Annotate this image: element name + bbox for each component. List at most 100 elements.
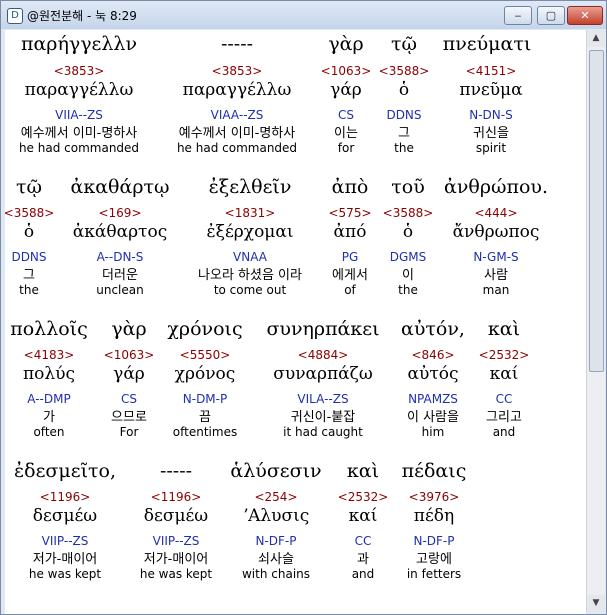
greek-word[interactable]: πολλοῖς [10,318,88,340]
english-gloss: the [394,141,414,155]
english-gloss: in fetters [406,567,462,581]
word-analysis[interactable]: <1196> δεσμέω VIIP--ZS 저가-매이어 he was kep… [140,490,212,581]
korean-gloss: 그 [398,126,410,141]
parsing-code: CC [354,534,372,548]
english-gloss: of [344,283,356,297]
english-gloss: he was kept [139,567,213,581]
word-analysis[interactable]: <4151> πνεῦμα N-DN-S 귀신을 spirit [459,64,522,155]
close-button[interactable]: ✕ [567,6,603,25]
strong-number[interactable]: <3588> [383,206,434,220]
parsing-code: VILA--ZS [297,392,349,406]
app-icon[interactable]: D [7,8,23,24]
strong-number[interactable]: <4884> [273,348,372,362]
strong-number[interactable]: <1063> [104,348,155,362]
strong-number[interactable]: <575> [328,206,371,220]
greek-word[interactable]: πνεύματι [443,33,532,55]
greek-word[interactable]: καὶ [488,318,520,340]
word-analysis[interactable]: <1831> ἐξέρχομαι VNAA 나오라 하셨음 이라 to come… [198,206,302,297]
korean-gloss: 가 [43,410,55,425]
greek-word[interactable]: συνηρπάκει [266,318,379,340]
korean-gloss: 더러운 [102,268,138,283]
word-analysis[interactable]: <444> ἄνθρωπος N-GM-S 사람 man [453,206,540,297]
strong-number[interactable]: <3853> [19,64,139,78]
korean-gloss: 이 [402,268,414,283]
korean-gloss: 고랑에 [416,552,452,567]
word-analysis[interactable]: <3588> ὁ DDNS 그 the [5,206,54,297]
title-bar[interactable]: D @원전분해 - 눅 8:29 ‒ ▢ ✕ [1,1,606,29]
lemma: ἐξέρχομαι [206,222,294,242]
strong-number[interactable]: <1196> [140,490,212,504]
word-analysis[interactable]: <1063> γάρ CS 으므로 For [104,348,155,439]
word-analysis[interactable]: <1063> γάρ CS 이는 for [321,64,372,155]
word-analysis[interactable]: <3853> παραγγέλλω VIIA--ZS 예수께서 이미-명하사 h… [19,64,139,155]
greek-word[interactable]: ἐξελθεῖν [209,176,292,198]
word-analysis[interactable]: <169> ἀκάθαρτος A--DN-S 더러운 unclean [73,206,167,297]
greek-word[interactable]: καὶ [347,460,379,482]
strong-number[interactable]: <4151> [459,64,522,78]
word-analysis[interactable]: <5550> χρόνος N-DM-P 끔 oftentimes [173,348,237,439]
greek-word[interactable]: τῷ [391,33,417,55]
greek-word[interactable]: χρόνοις [167,318,242,340]
greek-word[interactable]: αὐτόν, [401,318,465,340]
strong-number[interactable]: <1831> [198,206,302,220]
greek-word[interactable]: ἀνθρώπου. [444,176,548,198]
greek-word[interactable]: γὰρ [111,318,146,340]
maximize-icon: ▢ [545,9,557,22]
scroll-up-arrow-icon[interactable]: ▲ [587,30,605,47]
greek-word[interactable]: ----- [160,460,192,482]
lemma: δεσμέω [143,506,209,526]
strong-number[interactable]: <1063> [321,64,372,78]
strong-number[interactable]: <254> [242,490,310,504]
analysis-pane[interactable]: παρήγγελλν ----- γὰρ τῷ πνεύματι <3853> … [5,30,586,614]
greek-word[interactable]: παρήγγελλν [21,33,137,55]
strong-number[interactable]: <3588> [379,64,430,78]
strong-number[interactable]: <1196> [29,490,101,504]
strong-number[interactable]: <3588> [5,206,54,220]
word-analysis[interactable]: <3853> παραγγέλλω VIAA--ZS 예수께서 이미-명하사 h… [177,64,297,155]
word-analysis[interactable]: <3976> πέδη N-DF-P 고랑에 in fetters [407,490,461,581]
greek-word[interactable]: ----- [221,33,253,55]
strong-number[interactable]: <3976> [407,490,461,504]
word-analysis[interactable]: <4183> πολύς A--DMP 가 often [23,348,75,439]
greek-word[interactable]: ἀπὸ [332,176,369,198]
strong-number[interactable]: <5550> [173,348,237,362]
scroll-down-arrow-icon[interactable]: ▼ [587,595,605,612]
english-gloss: he was kept [28,567,102,581]
strong-number[interactable]: <846> [407,348,459,362]
english-gloss: he had commanded [18,141,140,155]
minimize-button[interactable]: ‒ [504,6,532,25]
greek-word[interactable]: ἀκαθάρτῳ [71,176,170,198]
english-gloss: with chains [241,567,311,581]
english-gloss: and [351,567,375,581]
greek-word[interactable]: ἐδεσμεῖτο, [14,460,116,482]
lemma: δεσμέω [32,506,98,526]
word-analysis[interactable]: <3588> ὁ DDNS 그 the [379,64,430,155]
greek-word[interactable]: γὰρ [328,33,363,55]
greek-word[interactable]: τοῦ [391,176,425,198]
greek-word[interactable]: τῷ [16,176,42,198]
word-analysis[interactable]: <3588> ὁ DGMS 이 the [383,206,434,297]
parsing-code: N-DM-P [182,392,228,406]
strong-number[interactable]: <4183> [23,348,75,362]
strong-number[interactable]: <2532> [338,490,389,504]
strong-number[interactable]: <3853> [177,64,297,78]
word-analysis[interactable]: <254> ʼΑλυσις N-DF-P 쇠사슬 with chains [242,490,310,581]
korean-gloss: 귀신이-붙잡 [290,410,356,425]
greek-word[interactable]: πέδαις [402,460,467,482]
word-analysis[interactable]: <846> αὐτός NPAMZS 이 사람을 him [407,348,459,439]
english-gloss: often [33,425,65,439]
korean-gloss: 이는 [334,126,358,141]
lemma: γάρ [330,80,362,100]
scroll-thumb[interactable] [589,50,604,372]
greek-word[interactable]: ἁλύσεσιν [230,460,321,482]
strong-number[interactable]: <444> [453,206,540,220]
word-analysis[interactable]: <2532> καί CC 그리고 and [479,348,530,439]
word-analysis[interactable]: <575> ἀπό PG 에게서 of [328,206,371,297]
maximize-button[interactable]: ▢ [537,6,565,25]
word-analysis[interactable]: <2532> καί CC 과 and [338,490,389,581]
word-analysis[interactable]: <4884> συναρπάζω VILA--ZS 귀신이-붙잡 it had … [273,348,372,439]
vertical-scrollbar[interactable]: ▲ ▼ [586,30,605,612]
strong-number[interactable]: <169> [73,206,167,220]
word-analysis[interactable]: <1196> δεσμέω VIIP--ZS 저가-매이어 he was kep… [29,490,101,581]
strong-number[interactable]: <2532> [479,348,530,362]
